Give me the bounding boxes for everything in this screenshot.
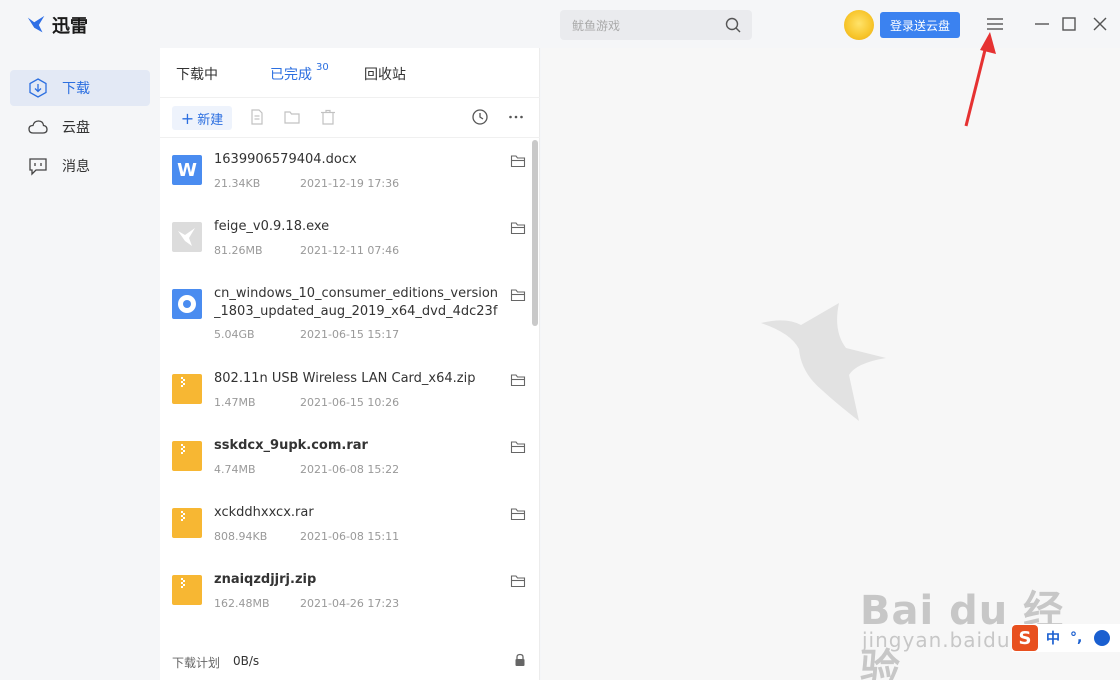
file-size: 4.74MB [214,463,256,476]
annotation-arrow-icon [964,32,996,127]
open-folder-icon[interactable] [510,153,526,169]
list-item[interactable]: sskdcx_9upk.com.rar 4.74MB 2021-06-08 15… [160,438,530,501]
list-item[interactable]: feige_v0.9.18.exe 81.26MB 2021-12-11 07:… [160,219,530,282]
file-name: xckddhxxcx.rar [214,505,314,520]
word-file-icon: W [172,155,202,185]
file-size: 808.94KB [214,530,268,543]
open-folder-icon[interactable] [510,220,526,236]
search-placeholder: 鱿鱼游戏 [572,19,621,33]
plus-icon: + [180,108,195,128]
sidebar-item-label: 消息 [62,159,90,175]
download-icon [29,78,47,98]
file-date: 2021-12-11 07:46 [300,244,400,257]
open-folder-icon[interactable] [510,573,526,589]
sidebar: 下载 云盘 消息 [0,48,160,680]
tab-bar: 下载中 已完成 30 回收站 [160,48,540,98]
zip-file-icon [172,575,202,605]
file-size: 1.47MB [214,396,256,409]
file-size: 5.04GB [214,328,255,341]
tab-recycle-bin[interactable]: 回收站 [364,64,406,84]
feige-bird-icon [178,228,195,246]
scrollbar[interactable] [532,140,538,326]
list-item[interactable]: znaiqzdjjrj.zip 162.48MB 2021-04-26 17:2… [160,572,530,635]
file-size: 81.26MB [214,244,263,257]
tab-completed[interactable]: 已完成 [270,64,312,84]
xunlei-bird-icon [27,15,45,33]
search-box[interactable]: 鱿鱼游戏 [560,10,752,40]
file-size: 21.34KB [214,177,261,190]
download-plan-bar: 下载计划 0B/s [160,648,540,680]
file-name: 802.11n USB Wireless LAN Card_x64.zip [214,371,476,386]
sogou-ime-icon: S [1012,625,1038,651]
open-folder-icon[interactable] [510,287,526,303]
sidebar-item-label: 下载 [62,81,90,97]
app-name: 迅雷 [52,16,88,37]
download-plan-label[interactable]: 下载计划 [172,654,220,671]
file-name: znaiqzdjjrj.zip [214,572,317,587]
file-name: sskdcx_9upk.com.rar [214,438,368,453]
tab-completed-label: 已完成 [270,67,312,83]
file-date: 2021-06-15 15:17 [300,328,400,341]
file-size: 162.48MB [214,597,270,610]
ime-emoji-icon[interactable] [1094,630,1111,646]
ime-punctuation[interactable]: °, [1070,630,1082,646]
open-folder-icon[interactable] [510,439,526,455]
open-folder-icon[interactable] [510,372,526,388]
file-name: feige_v0.9.18.exe [214,219,330,234]
sidebar-item-cloud[interactable]: 云盘 [10,109,150,145]
list-item[interactable]: cn_windows_10_consumer_editions_version_… [160,286,530,359]
xunlei-bird-watermark-icon [761,303,886,421]
exe-file-icon [172,222,202,252]
lock-icon[interactable] [513,653,527,667]
file-date: 2021-12-19 17:36 [300,177,400,190]
zip-file-icon [172,508,202,538]
minimize-icon[interactable] [1032,14,1052,34]
file-name: 1639906579404.docx [214,152,357,167]
list-item[interactable]: 802.11n USB Wireless LAN Card_x64.zip 1.… [160,371,530,434]
completed-count-badge: 30 [316,62,329,73]
zip-file-icon [172,374,202,404]
tab-downloading[interactable]: 下载中 [176,64,218,84]
new-task-label: 新建 [197,112,224,128]
open-folder-icon[interactable] [283,108,301,126]
more-icon[interactable] [507,108,525,126]
download-speed: 0B/s [233,654,260,668]
login-button[interactable]: 登录送云盘 [880,12,960,38]
sidebar-item-label: 云盘 [62,120,90,136]
maximize-icon[interactable] [1059,14,1079,34]
open-folder-icon[interactable] [510,506,526,522]
file-name: cn_windows_10_consumer_editions_version_… [214,286,499,319]
file-date: 2021-04-26 17:23 [300,597,400,610]
file-date: 2021-06-08 15:11 [300,530,400,543]
close-icon[interactable] [1090,14,1110,34]
new-task-button[interactable]: + 新建 [172,106,232,130]
zip-file-icon [172,441,202,471]
message-icon [29,158,47,176]
title-bar: 迅雷 鱿鱼游戏 登录送云盘 [0,0,1120,48]
toolbar: + 新建 [160,98,540,138]
app-logo: 迅雷 [26,12,88,38]
sidebar-item-download[interactable]: 下载 [10,70,150,106]
list-item[interactable]: W 1639906579404.docx 21.34KB 2021-12-19 … [160,152,530,215]
cloud-icon [28,120,48,134]
list-item[interactable]: xckddhxxcx.rar 808.94KB 2021-06-08 15:11 [160,505,530,568]
file-list: W 1639906579404.docx 21.34KB 2021-12-19 … [160,138,540,648]
search-icon[interactable] [724,16,742,34]
clock-icon[interactable] [471,108,489,126]
file-date: 2021-06-15 10:26 [300,396,400,409]
file-icon[interactable] [248,108,266,126]
avatar[interactable] [844,10,874,40]
delete-icon[interactable] [319,108,337,126]
ime-toolbar[interactable]: S 中 °, [1012,624,1120,652]
disc-image-icon [172,289,202,319]
file-panel: 下载中 已完成 30 回收站 + 新建 W 1639906579404.docx… [160,48,540,680]
file-date: 2021-06-08 15:22 [300,463,400,476]
sidebar-item-message[interactable]: 消息 [10,148,150,184]
ime-mode[interactable]: 中 [1046,628,1060,648]
